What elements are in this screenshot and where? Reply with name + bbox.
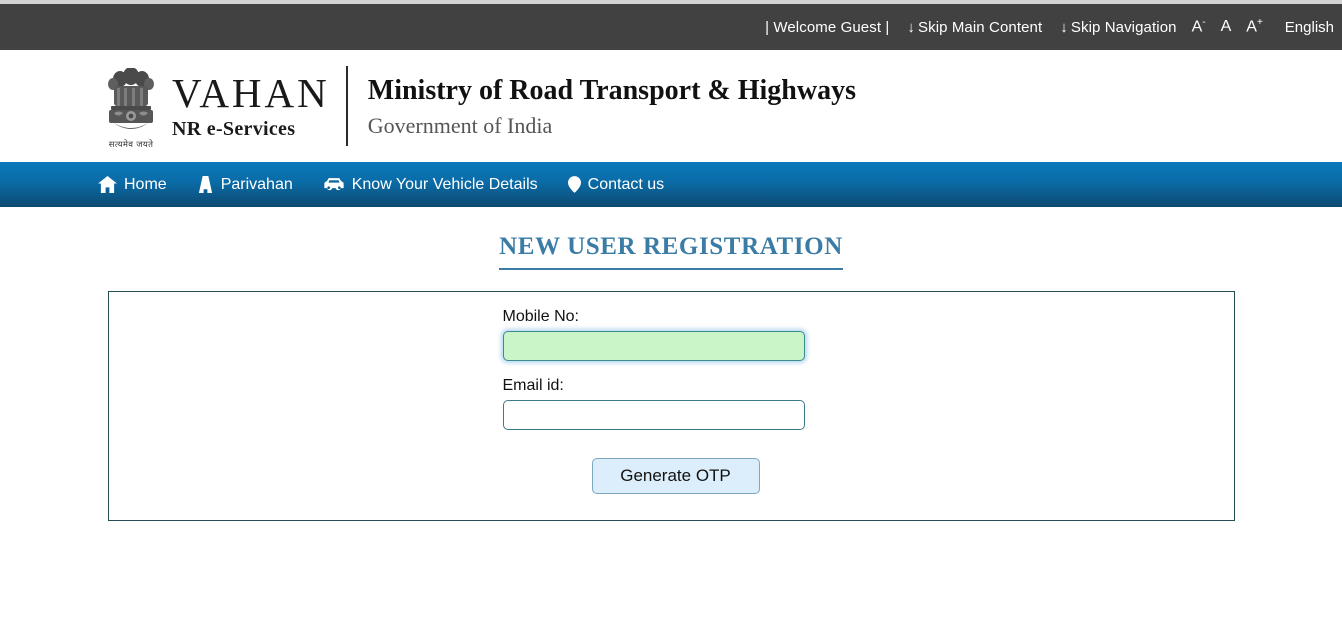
font-increase-button[interactable]: A+	[1246, 17, 1263, 36]
nav-item-home[interactable]: Home	[98, 176, 167, 194]
nav-item-contact-us[interactable]: Contact us	[567, 175, 665, 194]
nav-item-parivahan[interactable]: Parivahan	[197, 176, 293, 194]
generate-otp-button[interactable]: Generate OTP	[591, 458, 760, 494]
page-title: NEW USER REGISTRATION	[499, 233, 843, 270]
skip-main-content-link[interactable]: ↓ Skip Main Content	[907, 20, 1042, 35]
nav-item-know-your-vehicle-details[interactable]: Know Your Vehicle Details	[323, 176, 538, 194]
ashoka-emblem-icon: सत्यमेव जयते	[100, 62, 162, 150]
ministry-title: Ministry of Road Transport & Highways	[367, 74, 856, 106]
font-increase-sup: +	[1256, 17, 1263, 29]
font-decrease-button[interactable]: A-	[1192, 17, 1206, 36]
car-icon	[323, 177, 345, 192]
header-divider	[345, 66, 348, 146]
vahan-logo[interactable]: सत्यमेव जयते VAHAN NR e-Services	[100, 60, 330, 152]
emblem-motto-text: सत्यमेव जयते	[108, 140, 154, 150]
vahan-logo-subtitle: NR e-Services	[172, 118, 296, 140]
nav-item-home-label: Home	[124, 175, 167, 193]
welcome-guest-text: | Welcome Guest |	[765, 18, 890, 36]
arrow-down-icon: ↓	[907, 18, 915, 36]
main-navigation: Home Parivahan Know Your Vehicle Details…	[0, 162, 1342, 207]
skip-navigation-label: Skip Navigation	[1070, 18, 1177, 36]
home-icon	[98, 176, 117, 193]
main-content: NEW USER REGISTRATION Mobile No: Email i…	[0, 207, 1342, 521]
email-id-label: Email id:	[502, 377, 564, 394]
skip-navigation-link[interactable]: ↓ Skip Navigation	[1060, 20, 1176, 35]
language-selector[interactable]: English	[1285, 19, 1334, 36]
font-decrease-label: A	[1191, 18, 1203, 36]
nav-item-know-your-vehicle-details-label: Know Your Vehicle Details	[351, 175, 538, 193]
government-subtitle: Government of India	[367, 112, 553, 138]
mobile-no-input[interactable]	[502, 331, 805, 361]
utility-bar: | Welcome Guest | ↓ Skip Main Content ↓ Sk…	[0, 4, 1342, 50]
map-pin-icon	[567, 176, 581, 193]
brand-header: सत्यमेव जयते VAHAN NR e-Services Ministr…	[0, 50, 1342, 162]
font-decrease-sup: -	[1202, 17, 1206, 29]
mobile-no-label: Mobile No:	[502, 308, 579, 325]
email-id-input[interactable]	[502, 400, 805, 430]
registration-form-panel: Mobile No: Email id: Generate OTP	[107, 291, 1235, 521]
page-title-container: NEW USER REGISTRATION	[0, 233, 1342, 270]
vahan-logo-title: VAHAN	[172, 70, 330, 116]
road-icon	[197, 176, 214, 193]
font-normal-button[interactable]: A	[1221, 18, 1232, 36]
nav-item-parivahan-label: Parivahan	[220, 175, 293, 193]
font-increase-label: A	[1246, 18, 1257, 36]
arrow-down-icon-2: ↓	[1060, 18, 1068, 36]
nav-item-contact-us-label: Contact us	[587, 175, 665, 193]
skip-main-content-label: Skip Main Content	[917, 18, 1043, 36]
